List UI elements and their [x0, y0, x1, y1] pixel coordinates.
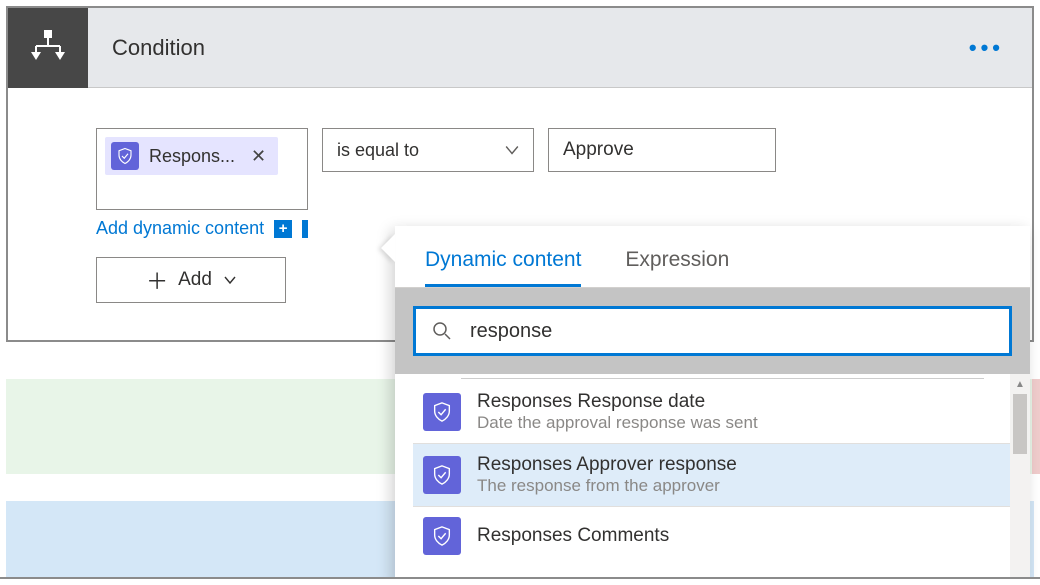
result-item[interactable]: Responses Approver response The response… — [413, 444, 1012, 507]
condition-icon — [8, 8, 88, 88]
result-title: Responses Comments — [477, 525, 669, 547]
plus-icon: ＋ — [146, 264, 168, 296]
results-panel: Responses Response date Date the approva… — [395, 374, 1030, 584]
add-dynamic-content-link[interactable]: Add dynamic content — [96, 218, 264, 239]
result-desc: The response from the approver — [477, 476, 737, 496]
card-menu-button[interactable]: ••• — [969, 35, 1032, 61]
add-button-label: Add — [178, 269, 212, 291]
left-operand-box[interactable]: Respons... ✕ — [96, 128, 308, 210]
right-operand-value: Approve — [563, 139, 634, 161]
tab-expression[interactable]: Expression — [625, 248, 729, 287]
scroll-thumb[interactable] — [1013, 394, 1027, 454]
scrollbar[interactable]: ▲ — [1010, 374, 1030, 584]
remove-token-button[interactable]: ✕ — [245, 146, 272, 167]
flyout-arrow — [381, 234, 395, 262]
bottom-border — [0, 577, 1040, 585]
right-operand-input[interactable]: Approve — [548, 128, 776, 172]
chevron-down-icon — [505, 143, 519, 157]
approval-icon — [423, 517, 461, 555]
search-icon — [432, 321, 452, 341]
search-box[interactable] — [413, 306, 1012, 356]
operator-label: is equal to — [337, 140, 419, 161]
tab-dynamic-content[interactable]: Dynamic content — [425, 248, 581, 287]
bar-icon — [302, 220, 308, 238]
chevron-down-icon — [224, 274, 236, 286]
operator-select[interactable]: is equal to — [322, 128, 534, 172]
condition-row: Respons... ✕ is equal to Approve — [96, 128, 1032, 210]
divider — [461, 378, 984, 379]
result-item[interactable]: Responses Comments — [413, 507, 1012, 565]
no-branch-bg — [1032, 379, 1040, 474]
plus-icon[interactable]: + — [274, 220, 292, 238]
scroll-up-arrow[interactable]: ▲ — [1010, 374, 1030, 394]
approval-icon — [423, 393, 461, 431]
result-desc: Date the approval response was sent — [477, 413, 758, 433]
result-title: Responses Approver response — [477, 454, 737, 476]
result-item[interactable]: Responses Response date Date the approva… — [413, 381, 1012, 444]
flyout-tabs: Dynamic content Expression — [395, 226, 1030, 288]
card-header: Condition ••• — [8, 8, 1032, 88]
search-input[interactable] — [470, 320, 993, 343]
search-wrap — [395, 288, 1030, 374]
token-label: Respons... — [139, 146, 245, 167]
approval-icon — [423, 456, 461, 494]
dynamic-content-flyout: Dynamic content Expression Responses Res… — [395, 226, 1030, 584]
card-title: Condition — [88, 35, 969, 61]
dynamic-token[interactable]: Respons... ✕ — [105, 137, 278, 175]
result-title: Responses Response date — [477, 391, 758, 413]
add-button[interactable]: ＋ Add — [96, 257, 286, 303]
approval-icon — [111, 142, 139, 170]
